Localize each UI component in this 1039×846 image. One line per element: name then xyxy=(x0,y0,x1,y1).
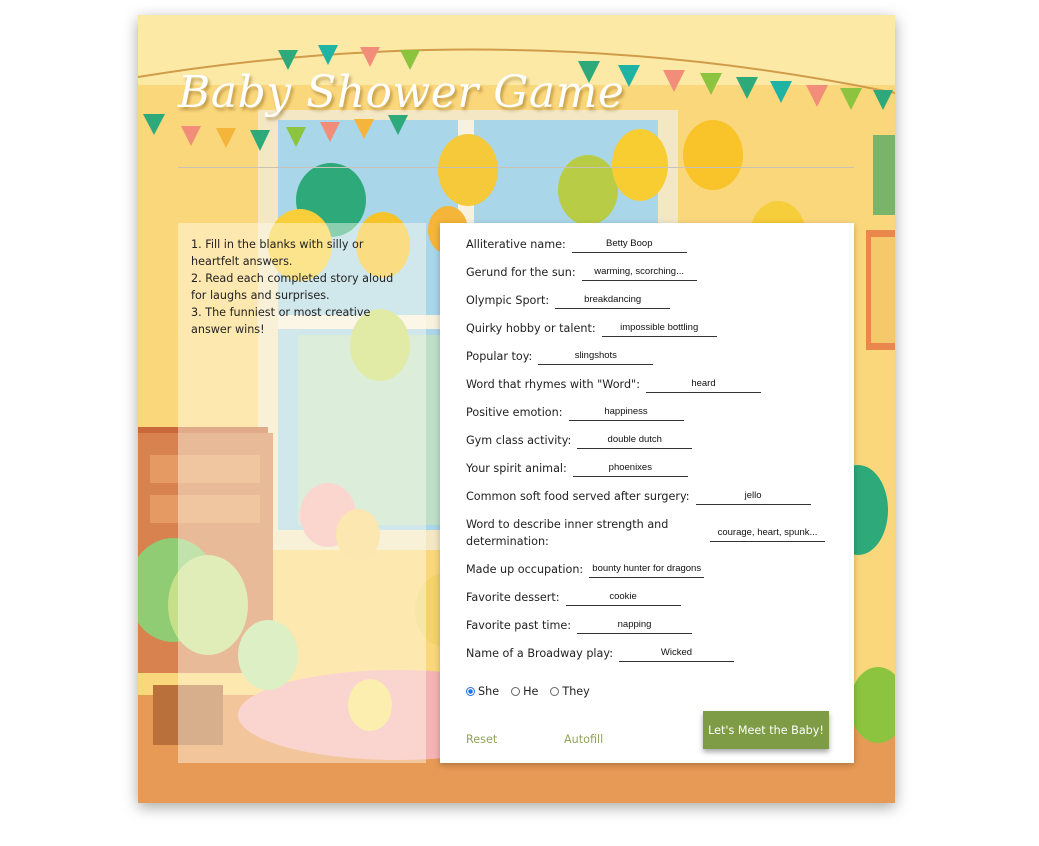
field-label: Positive emotion: xyxy=(466,406,563,419)
radio-label: He xyxy=(523,685,539,698)
field-label: Word to describe inner strength and dete… xyxy=(466,518,669,548)
occupation-input[interactable]: bounty hunter for dragons xyxy=(589,561,705,578)
form-row-quirky-hobby: Quirky hobby or talent: impossible bottl… xyxy=(466,320,834,337)
pronoun-option-he[interactable]: He xyxy=(511,685,538,698)
field-label: Name of a Broadway play: xyxy=(466,647,613,660)
form-row-inner-strength: Word to describe inner strength and dete… xyxy=(466,516,834,550)
instruction-step-3: 3. The funniest or most creative answer … xyxy=(191,306,371,336)
positive-emotion-input[interactable]: happiness xyxy=(568,404,684,421)
alliterative-name-input[interactable]: Betty Boop xyxy=(571,236,687,253)
autofill-button[interactable]: Autofill xyxy=(564,733,603,746)
field-label: Quirky hobby or talent: xyxy=(466,322,596,335)
form-row-rhymes-word: Word that rhymes with "Word": heard xyxy=(466,376,834,393)
form-row-gym-activity: Gym class activity: double dutch xyxy=(466,432,834,449)
favorite-past-time-input[interactable]: napping xyxy=(577,617,693,634)
field-label: Word that rhymes with "Word": xyxy=(466,378,640,391)
gym-class-activity-input[interactable]: double dutch xyxy=(577,432,693,449)
field-label: Favorite past time: xyxy=(466,619,572,632)
form-row-soft-food: Common soft food served after surgery: j… xyxy=(466,488,834,505)
form-row-dessert: Favorite dessert: cookie xyxy=(466,589,834,606)
field-label: Olympic Sport: xyxy=(466,294,550,307)
radio-label: They xyxy=(562,685,590,698)
form-row-positive-emotion: Positive emotion: happiness xyxy=(466,404,834,421)
title-divider xyxy=(178,167,854,168)
radio-label: She xyxy=(478,685,500,698)
reset-button[interactable]: Reset xyxy=(466,733,497,746)
spirit-animal-input[interactable]: phoenixes xyxy=(572,460,688,477)
field-label: Alliterative name: xyxy=(466,238,566,251)
game-card: Baby Shower Game 1. Fill in the blanks w… xyxy=(138,15,895,803)
inner-strength-input[interactable]: courage, heart, spunk... xyxy=(710,525,825,542)
instructions-panel: 1. Fill in the blanks with silly or hear… xyxy=(178,223,426,763)
radio-selected-icon[interactable] xyxy=(466,687,475,696)
soft-food-input[interactable]: jello xyxy=(695,488,811,505)
form-row-occupation: Made up occupation: bounty hunter for dr… xyxy=(466,561,834,578)
pronoun-option-she[interactable]: She xyxy=(466,685,499,698)
favorite-dessert-input[interactable]: cookie xyxy=(565,589,681,606)
form-row-gerund-sun: Gerund for the sun: warming, scorching..… xyxy=(466,264,834,281)
field-label: Common soft food served after surgery: xyxy=(466,490,690,503)
field-label: Popular toy: xyxy=(466,350,533,363)
field-label: Your spirit animal: xyxy=(466,462,567,475)
form-row-olympic-sport: Olympic Sport: breakdancing xyxy=(466,292,834,309)
pronoun-option-they[interactable]: They xyxy=(550,685,590,698)
form-row-broadway: Name of a Broadway play: Wicked xyxy=(466,645,834,662)
radio-unselected-icon[interactable] xyxy=(511,687,521,696)
instruction-step-1: 1. Fill in the blanks with silly or hear… xyxy=(191,238,364,268)
meet-the-baby-button[interactable]: Let's Meet the Baby! xyxy=(703,711,829,749)
instruction-step-2: 2. Read each completed story aloud for l… xyxy=(191,272,394,302)
field-label: Made up occupation: xyxy=(466,563,584,576)
quirky-hobby-input[interactable]: impossible bottling xyxy=(601,320,717,337)
field-label: Gym class activity: xyxy=(466,434,572,447)
pronoun-radio-group: She He They xyxy=(466,685,590,698)
form-row-popular-toy: Popular toy: slingshots xyxy=(466,348,834,365)
field-label: Gerund for the sun: xyxy=(466,266,576,279)
mad-libs-form: Alliterative name: Betty Boop Gerund for… xyxy=(440,223,854,763)
form-row-spirit-animal: Your spirit animal: phoenixes xyxy=(466,460,834,477)
radio-unselected-icon[interactable] xyxy=(550,687,560,696)
gerund-for-sun-input[interactable]: warming, scorching... xyxy=(581,264,697,281)
field-label: Favorite dessert: xyxy=(466,591,560,604)
page-title: Baby Shower Game xyxy=(178,67,625,118)
popular-toy-input[interactable]: slingshots xyxy=(538,348,654,365)
form-row-alliterative-name: Alliterative name: Betty Boop xyxy=(466,236,834,253)
olympic-sport-input[interactable]: breakdancing xyxy=(555,292,671,309)
broadway-play-input[interactable]: Wicked xyxy=(618,645,734,662)
form-row-past-time: Favorite past time: napping xyxy=(466,617,834,634)
rhymes-with-word-input[interactable]: heard xyxy=(645,376,761,393)
